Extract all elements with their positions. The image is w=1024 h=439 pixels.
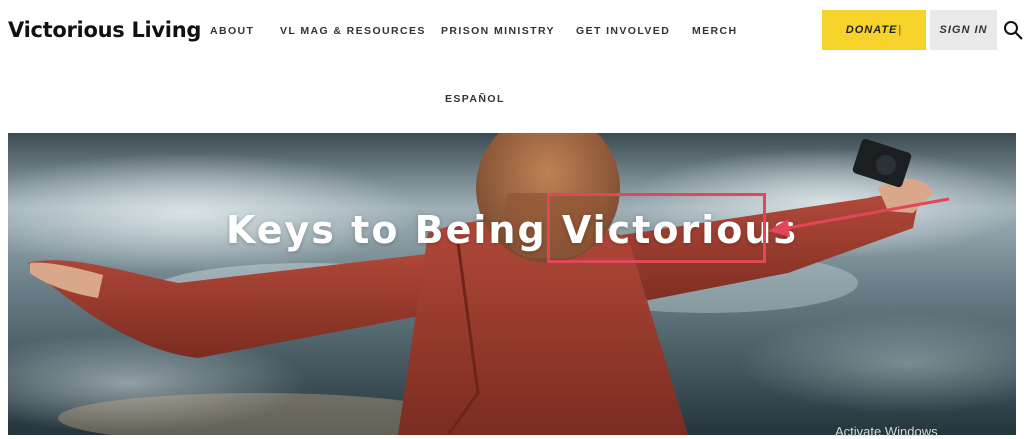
nav-merch[interactable]: MERCH	[692, 25, 738, 37]
os-activation-watermark: Activate Windows	[835, 424, 938, 439]
donate-label: DONATE	[845, 24, 898, 36]
nav-about[interactable]: ABOUT	[210, 25, 254, 37]
hero-banner: Keys to Being Victorious	[8, 133, 1016, 435]
nav-prison-ministry[interactable]: PRISON MINISTRY	[441, 25, 555, 37]
nav-espanol[interactable]: ESPAÑOL	[445, 93, 505, 105]
text-cursor: |	[898, 24, 903, 36]
nav-get-involved[interactable]: GET INVOLVED	[576, 25, 670, 37]
highlight-annotation	[547, 193, 766, 263]
hero-image	[8, 133, 1016, 435]
sign-in-button[interactable]: SIGN IN	[930, 10, 997, 50]
annotation-arrow-icon	[768, 197, 950, 237]
search-button[interactable]	[1003, 20, 1023, 40]
sign-in-label: SIGN IN	[939, 24, 988, 36]
nav-vl-mag-resources[interactable]: VL MAG & RESOURCES	[280, 25, 426, 37]
search-icon	[1004, 21, 1023, 40]
donate-button[interactable]: DONATE |	[822, 10, 926, 50]
